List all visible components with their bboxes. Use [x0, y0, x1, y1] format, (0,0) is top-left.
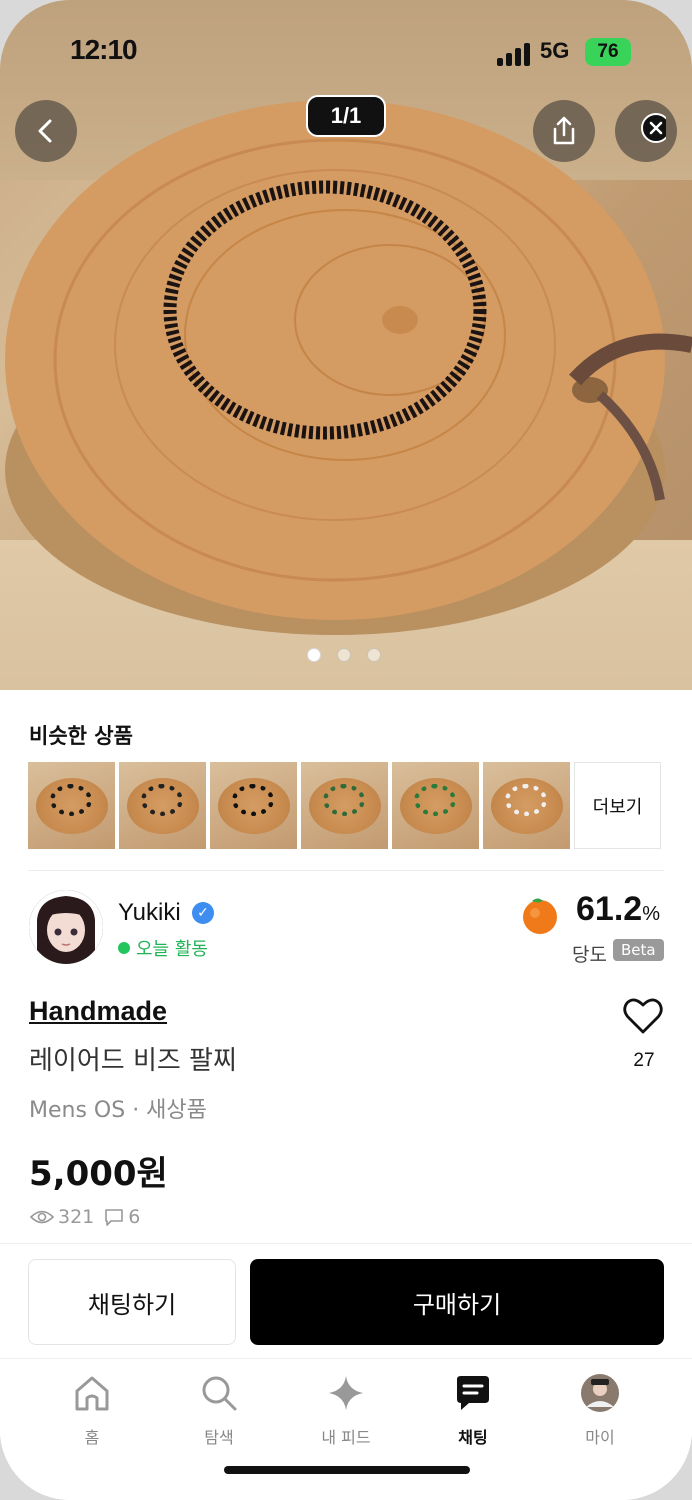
profile-icon [581, 1374, 619, 1412]
chat-bubble-icon [105, 1209, 124, 1226]
like-count: 27 [633, 1050, 655, 1071]
tab-my-feed[interactable]: 내 피드 [301, 1370, 391, 1448]
home-indicator [224, 1466, 470, 1474]
image-pagination-dots [307, 648, 381, 662]
product-stats: 321 6 [30, 1206, 140, 1228]
close-icon [641, 113, 666, 143]
signal-icon [497, 42, 531, 66]
product-title: 레이어드 비즈 팔찌 [29, 1046, 237, 1076]
similar-product-thumb[interactable] [301, 762, 388, 849]
share-icon [553, 116, 575, 145]
pagination-dot [367, 648, 381, 662]
similar-products-title: 비슷한 상품 [29, 724, 133, 748]
similar-more-button[interactable]: 더보기 [574, 762, 661, 849]
seller-name[interactable]: Yukiki [118, 899, 181, 927]
divider [28, 870, 664, 871]
sweetness-unit: % [642, 903, 660, 925]
home-icon [75, 1376, 109, 1411]
eye-icon [30, 1210, 54, 1224]
network-type: 5G [540, 38, 570, 63]
sweetness-value: 61.2 [576, 890, 643, 928]
tab-label: 내 피드 [321, 1428, 371, 1447]
product-detail: 비슷한 상품 더보기 Yukiki ✓ 오늘 활동 61.2% 당도 Beta … [0, 690, 692, 1500]
tab-label: 마이 [585, 1428, 615, 1447]
similar-product-thumb[interactable] [28, 762, 115, 849]
tab-my[interactable]: 마이 [555, 1370, 645, 1448]
battery-icon: 76 [585, 38, 631, 66]
peach-icon [523, 898, 557, 934]
chats-count: 6 [128, 1206, 141, 1228]
sparkle-icon [329, 1376, 363, 1410]
product-brand[interactable]: Handmade [29, 996, 167, 1027]
tab-label: 홈 [84, 1428, 100, 1447]
avatar-art [29, 890, 103, 964]
seller-activity-label: 오늘 활동 [136, 939, 208, 960]
buy-button[interactable]: 구매하기 [250, 1259, 664, 1345]
views-stat: 321 [30, 1206, 94, 1228]
online-dot-icon [118, 942, 130, 954]
sweetness-label: 당도 [572, 944, 607, 966]
chats-stat: 6 [104, 1206, 140, 1228]
similar-product-thumb[interactable] [392, 762, 479, 849]
status-time: 12:10 [70, 34, 138, 65]
back-button[interactable] [15, 100, 77, 162]
chat-button[interactable]: 채팅하기 [28, 1259, 236, 1345]
similar-products-list: 더보기 [28, 762, 661, 849]
seller-activity: 오늘 활동 [118, 935, 208, 961]
search-icon [202, 1376, 237, 1411]
chat-icon [457, 1376, 489, 1410]
action-bar: 채팅하기 구매하기 [0, 1243, 692, 1359]
tab-search[interactable]: 탐색 [174, 1370, 264, 1448]
tab-label: 채팅 [458, 1428, 488, 1447]
more-options-button[interactable] [615, 100, 677, 162]
similar-product-thumb[interactable] [210, 762, 297, 849]
product-price: 5,000원 [29, 1154, 168, 1194]
heart-icon[interactable] [622, 996, 664, 1036]
tab-chat[interactable]: 채팅 [428, 1370, 518, 1448]
beta-badge: Beta [613, 939, 664, 961]
views-count: 321 [58, 1206, 95, 1228]
app-screen: 12:10 5G 76 1/1 비슷한 상품 더보기 Yukiki ✓ 오늘 활… [0, 0, 692, 1500]
tab-home[interactable]: 홈 [47, 1370, 137, 1448]
status-bar: 12:10 5G 76 [0, 34, 692, 74]
bottom-tab-bar: 홈 탐색 내 피드 채팅 마이 [0, 1360, 692, 1500]
share-button[interactable] [533, 100, 595, 162]
similar-product-thumb[interactable] [119, 762, 206, 849]
pagination-dot [337, 648, 351, 662]
chevron-left-icon [38, 119, 52, 143]
product-meta: Mens OS · 새상품 [29, 1098, 207, 1123]
sweetness-score: 61.2% [576, 890, 660, 929]
verified-badge-icon: ✓ [192, 902, 214, 924]
pagination-dot [307, 648, 321, 662]
seller-avatar[interactable] [29, 890, 103, 964]
image-page-indicator: 1/1 [306, 95, 386, 137]
tab-label: 탐색 [204, 1428, 234, 1447]
similar-product-thumb[interactable] [483, 762, 570, 849]
